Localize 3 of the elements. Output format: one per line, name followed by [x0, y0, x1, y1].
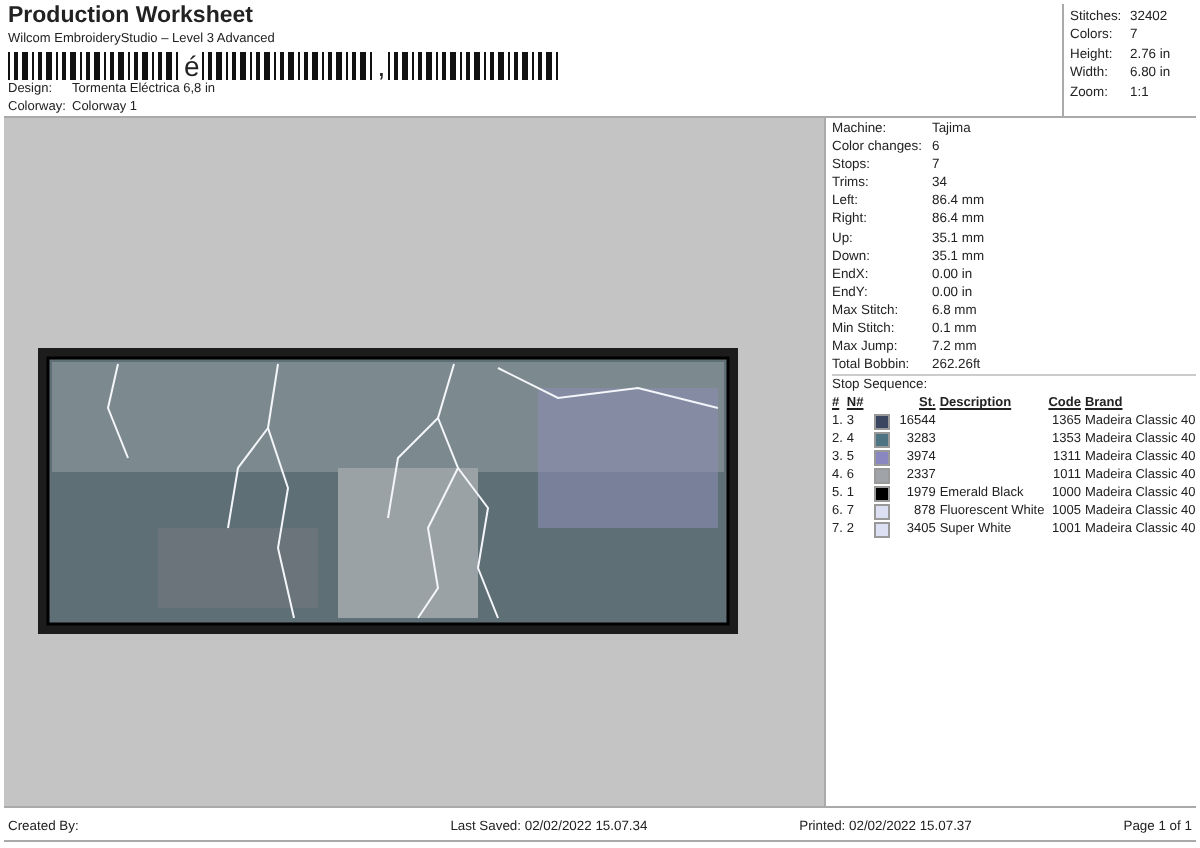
- worksheet-title: Production Worksheet: [8, 4, 255, 30]
- barcode-character: ,: [375, 52, 388, 80]
- barcode-character: é: [182, 52, 202, 80]
